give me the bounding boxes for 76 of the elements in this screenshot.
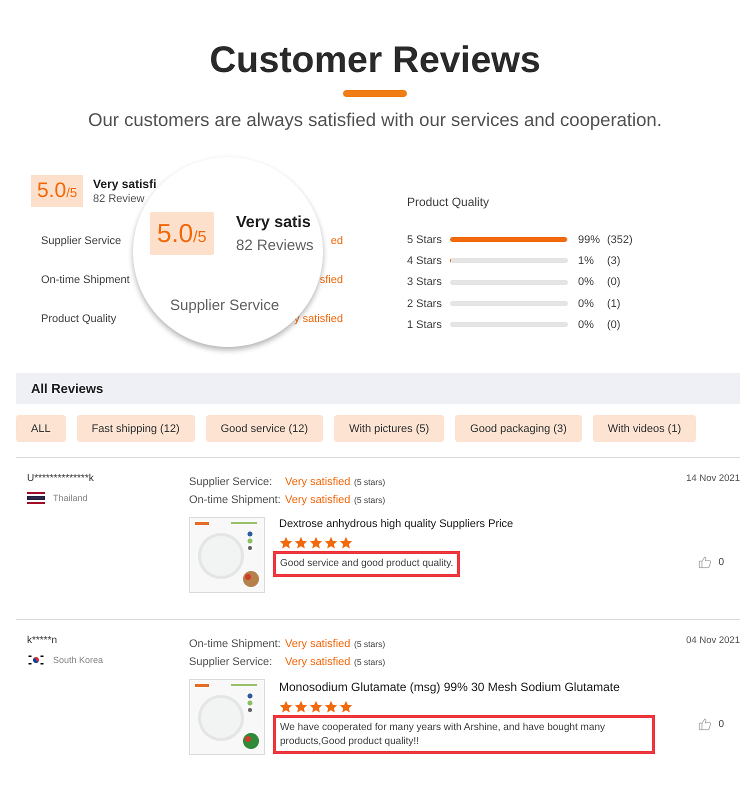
user-name: U**************k bbox=[27, 473, 95, 484]
page-title: Customer Reviews bbox=[208, 38, 542, 82]
star-icon bbox=[294, 536, 308, 550]
star-label: 4 Stars bbox=[407, 254, 443, 267]
like-count: 0 bbox=[718, 556, 724, 568]
rating-value: Very satisfied bbox=[285, 656, 352, 668]
percent-text: 0% bbox=[578, 318, 595, 331]
filter-chip[interactable]: With videos (1) bbox=[592, 415, 696, 442]
rating-headline: Very satis bbox=[236, 214, 311, 232]
title-underline bbox=[343, 90, 407, 97]
rating-headline: Very satisfi bbox=[93, 177, 156, 191]
rating-label: Supplier Service bbox=[41, 235, 122, 247]
count-text: (1) bbox=[607, 298, 620, 310]
filter-chip[interactable]: Good packaging (3) bbox=[455, 415, 582, 442]
rating-label: On-time Shipment: bbox=[189, 638, 282, 650]
star-label: 2 Stars bbox=[407, 298, 443, 310]
rating-value: Very satisfied bbox=[285, 494, 352, 506]
product-title: Dextrose anhydrous high quality Suppliers Price bbox=[279, 518, 514, 530]
rating-value: Very satisfied bbox=[285, 638, 352, 650]
review-comment: We have cooperated for many years with Arshine, and have bought many products,Good product quality!! bbox=[273, 715, 655, 754]
breakdown-title: Product Quality bbox=[407, 195, 490, 209]
section-title: All Reviews bbox=[31, 381, 104, 396]
score-badge: 5.0/5 bbox=[31, 175, 84, 207]
thumbs-up-icon[interactable] bbox=[698, 555, 712, 569]
stars-text: (5 stars) bbox=[354, 477, 386, 487]
percent-text: 1% bbox=[578, 254, 595, 267]
star-label: 1 Stars bbox=[407, 318, 443, 331]
rating-label: On-time Shipment bbox=[41, 274, 130, 286]
percent-text: 99% bbox=[578, 234, 602, 246]
rating-label: On-time Shipment: bbox=[189, 494, 282, 506]
review-count: 82 Review bbox=[93, 193, 146, 205]
star-label: 5 Stars bbox=[407, 234, 443, 246]
thumbs-up-icon[interactable] bbox=[698, 717, 712, 731]
rating-value: ed bbox=[330, 235, 343, 247]
score-badge: 5.0/5 bbox=[150, 212, 214, 255]
count-text: (0) bbox=[607, 318, 620, 331]
rating-label: Product Quality bbox=[41, 313, 116, 325]
star-icon bbox=[309, 700, 323, 714]
flag-icon bbox=[27, 654, 45, 666]
filter-chip[interactable]: With pictures (5) bbox=[334, 415, 444, 442]
count-text: (0) bbox=[607, 276, 620, 288]
stars-text: (5 stars) bbox=[354, 495, 386, 505]
star-icon bbox=[294, 700, 308, 714]
filter-chip[interactable]: Good service (12) bbox=[206, 415, 324, 442]
star-icon bbox=[309, 536, 323, 550]
product-title: Monosodium Glutamate (msg) 99% 30 Mesh Sodium Glutamate bbox=[279, 680, 621, 694]
count-text: (352) bbox=[607, 234, 633, 246]
star-icon bbox=[324, 700, 338, 714]
rating-label: Supplier Service: bbox=[189, 476, 274, 488]
country-name: South Korea bbox=[53, 655, 104, 665]
country-name: Thailand bbox=[53, 493, 88, 503]
star-label: 3 Stars bbox=[407, 276, 443, 288]
star-icon bbox=[279, 536, 293, 550]
stars-text: (5 stars) bbox=[354, 657, 386, 667]
rating-label: Supplier Service: bbox=[189, 656, 274, 668]
percent-text: 0% bbox=[578, 298, 595, 310]
subtitle: Our customers are always satisfied with our services and cooperation. bbox=[87, 109, 663, 131]
like-count: 0 bbox=[718, 718, 724, 730]
star-icon bbox=[339, 700, 353, 714]
star-icon bbox=[324, 536, 338, 550]
rating-value: Very satisfied bbox=[285, 476, 352, 488]
review-comment: Good service and good product quality. bbox=[273, 551, 460, 576]
review-date: 14 Nov 2021 bbox=[686, 473, 740, 484]
user-name: k*****n bbox=[27, 635, 58, 646]
count-text: (3) bbox=[607, 254, 620, 267]
filter-chip[interactable]: Fast shipping (12) bbox=[76, 415, 195, 442]
rating-label: Supplier Service bbox=[170, 297, 280, 314]
flag-icon bbox=[27, 492, 45, 504]
filter-chip[interactable]: ALL bbox=[16, 415, 66, 442]
star-icon bbox=[279, 700, 293, 714]
stars-text: (5 stars) bbox=[354, 639, 386, 649]
percent-text: 0% bbox=[578, 276, 595, 288]
rating-value: sfied bbox=[320, 274, 343, 286]
review-date: 04 Nov 2021 bbox=[686, 635, 740, 646]
star-icon bbox=[339, 536, 353, 550]
review-count: 82 Reviews bbox=[236, 237, 314, 254]
